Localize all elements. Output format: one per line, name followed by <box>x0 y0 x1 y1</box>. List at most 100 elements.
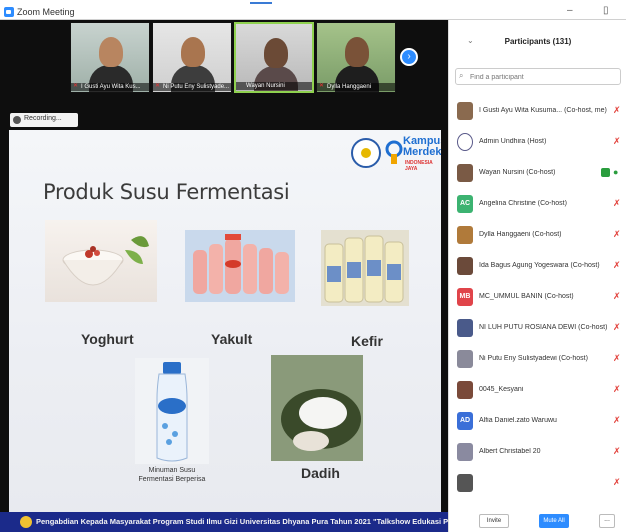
calpico-caption-line1: Minuman Susu <box>148 467 196 474</box>
participant-face <box>345 37 369 67</box>
tile-name: Wayan Nursini <box>236 82 312 90</box>
event-banner: Pengabdian Kepada Masyarakat Program Stu… <box>0 512 505 532</box>
slide-title: Produk Susu Fermentasi <box>43 180 290 204</box>
video-on-icon[interactable] <box>601 168 610 177</box>
calpico-caption: Minuman Susu Fermentasi Berperisa <box>127 466 217 484</box>
mic-off-icon[interactable]: ✗ <box>613 260 621 270</box>
search-icon: ⌕ <box>459 71 464 80</box>
participant-face <box>181 37 205 67</box>
participant-name: 0045_Kesyani <box>479 386 524 393</box>
product-label-yakult: Yakult <box>211 331 253 347</box>
maximize-button[interactable]: ▯ <box>603 5 609 16</box>
invite-button[interactable]: Invite <box>479 514 509 528</box>
participant-row[interactable]: ✗ <box>449 468 626 498</box>
mic-off-icon[interactable]: ✗ <box>613 198 621 208</box>
product-label-yoghurt: Yoghurt <box>81 331 134 347</box>
title-bar: Zoom Meeting – ▯ <box>0 5 626 20</box>
participant-avatar <box>457 164 473 182</box>
video-tile[interactable]: ✕ I Gusti Ayu Wita Kus... <box>70 22 150 93</box>
participant-row[interactable]: 0045_Kesyani ✗ <box>449 375 626 406</box>
next-page-button[interactable]: › <box>400 48 418 66</box>
kefir-bottles-illustration <box>324 235 404 303</box>
participant-row[interactable]: MB MC_UMMUL BANIN (Co-host) ✗ <box>449 282 626 313</box>
participant-name: Dylla Hanggaeni (Co-host) <box>479 231 562 238</box>
product-label-kefir: Kefir <box>351 333 383 349</box>
participant-name: I Gusti Ayu Wita Kusuma... (Co-host, me) <box>479 107 607 114</box>
slide-logos: Kampus Merdeka INDONESIA JAYA <box>347 132 441 182</box>
university-seal-icon <box>351 138 381 168</box>
chevron-right-icon: › <box>407 51 411 62</box>
mic-off-icon[interactable]: ✗ <box>613 477 621 487</box>
dadih-image <box>271 355 363 461</box>
minimize-button[interactable]: – <box>567 5 573 16</box>
mic-off-icon[interactable]: ✗ <box>613 384 621 394</box>
participants-actions: Invite Mute All ... <box>449 510 626 532</box>
mic-off-icon[interactable]: ✗ <box>613 291 621 301</box>
participant-row[interactable]: Ni Putu Eny Sulistyadewi (Co-host) ✗ <box>449 344 626 375</box>
participant-avatar <box>457 350 473 368</box>
mic-off-icon[interactable]: ✗ <box>613 353 621 363</box>
calpico-image <box>135 358 209 464</box>
participant-avatar: AC <box>457 195 473 213</box>
participant-face <box>264 38 288 68</box>
participant-name: Albert Christabel 20 <box>479 448 541 455</box>
kampus-merdeka-logo-icon <box>385 140 403 164</box>
participant-row[interactable]: Admin Undhira (Host) ✗ <box>449 127 626 158</box>
yakult-image <box>185 230 295 302</box>
participant-row[interactable]: Dylla Hanggaeni (Co-host) ✗ <box>449 220 626 251</box>
zoom-logo-icon <box>4 7 14 17</box>
participant-name: Ni Putu Eny Sulistyadewi (Co-host) <box>479 355 588 362</box>
mic-off-icon[interactable]: ✗ <box>613 415 621 425</box>
participant-name: Wayan Nursini (Co-host) <box>479 169 556 176</box>
mute-all-button[interactable]: Mute All <box>539 514 569 528</box>
kefir-image <box>321 230 409 306</box>
mic-off-icon: ✕ <box>155 83 161 89</box>
shared-slide: Kampus Merdeka INDONESIA JAYA Produk Sus… <box>9 130 441 520</box>
top-link-underline <box>250 2 272 4</box>
zoom-window: Zoom Meeting – ▯ ✕ I Gusti Ayu Wita Kus..… <box>0 5 626 532</box>
participant-face <box>99 37 123 67</box>
participant-avatar <box>457 319 473 337</box>
participant-avatar <box>457 226 473 244</box>
more-options-button[interactable]: ... <box>599 514 615 528</box>
video-tile-active[interactable]: Wayan Nursini <box>234 22 314 93</box>
yoghurt-image <box>45 220 157 302</box>
participant-name: Angelina Christine (Co-host) <box>479 200 567 207</box>
participant-row[interactable]: I Gusti Ayu Wita Kusuma... (Co-host, me)… <box>449 96 626 127</box>
participant-avatar <box>457 474 473 492</box>
calpico-bottle-illustration <box>156 362 188 462</box>
tile-name: ✕ I Gusti Ayu Wita Kus... <box>71 83 149 91</box>
dadih-illustration <box>271 355 363 461</box>
participant-row[interactable]: Albert Christabel 20 ✗ <box>449 437 626 468</box>
participant-name: NI LUH PUTU ROSIANA DEWI (Co-host) <box>479 324 608 331</box>
participant-row[interactable]: AC Angelina Christine (Co-host) ✗ <box>449 189 626 220</box>
recording-indicator[interactable]: Recording... <box>10 113 78 127</box>
participant-avatar <box>457 381 473 399</box>
mic-off-icon[interactable]: ✗ <box>613 322 621 332</box>
video-tile[interactable]: ✕ Ni Putu Eny Sulistyade... <box>152 22 232 93</box>
tile-name: ✕ Dylla Hanggaeni <box>317 83 395 91</box>
mic-off-icon[interactable]: ✗ <box>613 229 621 239</box>
participant-avatar <box>457 443 473 461</box>
mic-off-icon[interactable]: ✗ <box>613 136 621 146</box>
participants-header: ⌄ Participants (131) <box>449 20 626 60</box>
banner-text: Pengabdian Kepada Masyarakat Program Stu… <box>36 517 506 526</box>
participant-name: MC_UMMUL BANIN (Co-host) <box>479 293 574 300</box>
record-icon <box>13 116 21 124</box>
gallery-strip: ✕ I Gusti Ayu Wita Kus... ✕ Ni Putu Eny Su… <box>70 22 400 94</box>
participant-row[interactable]: Wayan Nursini (Co-host) ● <box>449 158 626 189</box>
mic-on-icon[interactable]: ● <box>613 167 618 177</box>
participant-avatar: MB <box>457 288 473 306</box>
mic-off-icon[interactable]: ✗ <box>613 105 621 115</box>
recording-label: Recording... <box>24 115 62 122</box>
participant-avatar <box>457 133 473 151</box>
participant-row[interactable]: AD Alfia Daniel.zato Waruwu ✗ <box>449 406 626 437</box>
participant-row[interactable]: NI LUH PUTU ROSIANA DEWI (Co-host) ✗ <box>449 313 626 344</box>
participant-search-input[interactable] <box>470 71 618 83</box>
participant-avatar <box>457 257 473 275</box>
video-tile[interactable]: ✕ Dylla Hanggaeni <box>316 22 396 93</box>
university-logo-icon <box>20 516 32 528</box>
yakult-bottles-illustration <box>193 234 289 294</box>
mic-off-icon[interactable]: ✗ <box>613 446 621 456</box>
participant-row[interactable]: Ida Bagus Agung Yogeswara (Co-host) ✗ <box>449 251 626 282</box>
